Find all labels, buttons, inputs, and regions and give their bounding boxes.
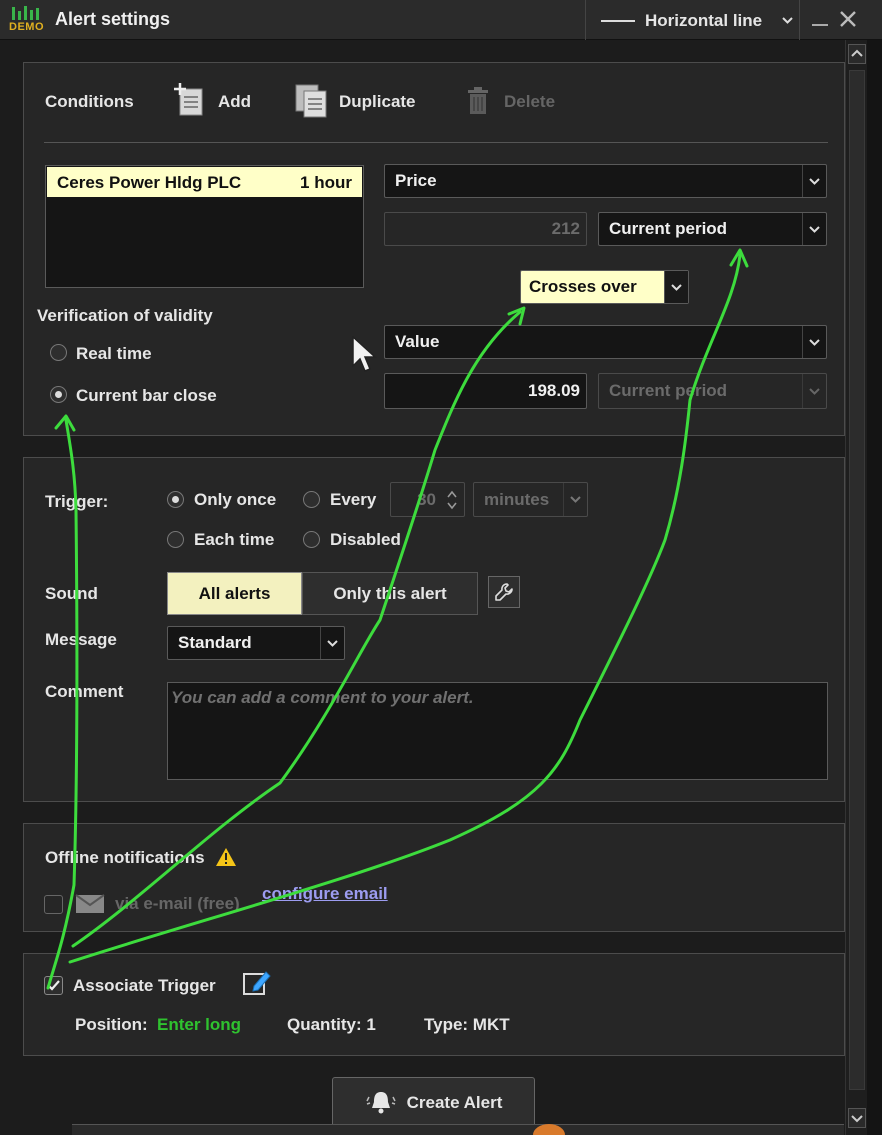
comment-placeholder: You can add a comment to your alert. (171, 688, 474, 707)
message-label: Message (45, 630, 117, 649)
radio-current-bar-close[interactable] (50, 386, 67, 403)
email-label: via e-mail (free) (115, 894, 240, 913)
chevron-down-icon (802, 213, 826, 245)
radio-current-bar-close-label[interactable]: Current bar close (76, 386, 217, 406)
right-period-select[interactable]: Current period (598, 373, 827, 409)
duplicate-condition-button[interactable]: Duplicate (294, 81, 429, 121)
chevron-down-icon (802, 326, 826, 358)
condition-instrument: Ceres Power Hldg PLC (57, 173, 242, 192)
chevron-down-icon (782, 17, 793, 24)
mouse-cursor-icon (352, 336, 377, 372)
create-alert-label: Create Alert (406, 1093, 503, 1112)
associate-trigger-panel: Associate Trigger Position: Enter long Q… (23, 953, 845, 1056)
conditions-panel: Conditions Add Duplicate Delete Ceres Po… (23, 62, 845, 436)
quantity-text: Quantity: 1 (287, 1015, 376, 1034)
left-offset-input[interactable]: 212 (384, 212, 587, 246)
sound-label: Sound (45, 584, 98, 603)
configure-email-link[interactable]: configure email (262, 884, 388, 904)
every-unit-select[interactable]: minutes (473, 482, 588, 517)
every-interval-stepper[interactable]: 30 (390, 482, 465, 517)
delete-condition-button[interactable]: Delete (466, 81, 566, 121)
delete-label: Delete (504, 92, 556, 111)
trash-icon (468, 87, 488, 114)
warning-icon (216, 848, 236, 866)
order-type-text: Type: MKT (424, 1015, 510, 1034)
comment-label: Comment (45, 682, 124, 701)
add-document-icon (174, 83, 203, 116)
left-source-select[interactable]: Price (384, 164, 827, 198)
title-bar: DEMO Alert settings Horizontal line (0, 0, 882, 40)
radio-each-time-label[interactable]: Each time (194, 530, 274, 550)
message-select[interactable]: Standard (167, 626, 345, 660)
radio-real-time[interactable] (50, 344, 67, 361)
background-window-edge (867, 40, 882, 1135)
condition-list[interactable]: Ceres Power Hldg PLC 1 hour (45, 165, 364, 288)
offline-heading: Offline notifications (45, 848, 205, 867)
add-label: Add (218, 92, 252, 111)
sound-only-this-label: Only this alert (333, 583, 447, 603)
offline-notifications-panel: Offline notifications via e-mail (free) … (23, 823, 845, 932)
radio-every[interactable] (303, 491, 320, 508)
radio-disabled[interactable] (303, 531, 320, 548)
chevron-down-icon (802, 165, 826, 197)
bell-icon (365, 1092, 396, 1114)
horizontal-line-icon (601, 20, 635, 22)
associate-trigger-checkbox[interactable] (44, 976, 63, 995)
drawing-tool-label: Horizontal line (645, 11, 763, 30)
trigger-panel: Trigger: Only once Every 30 minutes Each… (23, 457, 845, 802)
email-checkbox[interactable] (44, 895, 63, 914)
radio-disabled-label[interactable]: Disabled (330, 530, 401, 550)
associate-trigger-label[interactable]: Associate Trigger (73, 976, 216, 996)
chevron-up-icon (851, 49, 863, 57)
conditions-heading: Conditions (45, 92, 134, 111)
bottom-window-edge (72, 1124, 844, 1135)
condition-timeframe: 1 hour (300, 173, 352, 192)
left-period-select[interactable]: Current period (598, 212, 827, 246)
radio-each-time[interactable] (167, 531, 184, 548)
operator-select[interactable]: Crosses over (520, 270, 689, 304)
condition-list-item[interactable]: Ceres Power Hldg PLC 1 hour (47, 167, 362, 197)
demo-badge: DEMO (9, 21, 44, 33)
scroll-up-button[interactable] (848, 44, 866, 64)
vertical-scrollbar[interactable] (845, 40, 867, 1135)
sound-all-alerts-button[interactable]: All alerts (167, 572, 302, 615)
position-value: Enter long (157, 1015, 242, 1034)
chevron-down-icon (563, 483, 587, 516)
sound-all-alerts-label: All alerts (198, 583, 271, 603)
conditions-divider (44, 142, 828, 143)
right-value-input[interactable]: 198.09 (384, 373, 587, 409)
chevron-down-icon (802, 374, 826, 408)
edit-icon (243, 971, 271, 995)
trigger-label: Trigger: (45, 492, 109, 511)
verification-heading: Verification of validity (37, 306, 213, 325)
duplicate-label: Duplicate (339, 92, 416, 111)
edit-trigger-button[interactable] (242, 968, 272, 998)
create-alert-button[interactable]: Create Alert (332, 1077, 535, 1129)
chevron-down-icon (320, 627, 344, 659)
radio-only-once-label[interactable]: Only once (194, 490, 276, 510)
radio-real-time-label[interactable]: Real time (76, 344, 152, 364)
chevron-down-icon (664, 271, 688, 303)
right-source-select[interactable]: Value (384, 325, 827, 359)
sound-only-this-button[interactable]: Only this alert (302, 572, 478, 615)
radio-every-label[interactable]: Every (330, 490, 376, 510)
duplicate-icon (295, 84, 327, 118)
comment-textarea[interactable]: You can add a comment to your alert. (167, 682, 828, 780)
app-logo: DEMO (9, 4, 47, 34)
position-label: Position: (75, 1015, 148, 1034)
window-title: Alert settings (55, 9, 171, 29)
add-condition-button[interactable]: Add (174, 81, 264, 121)
stepper-arrows-icon[interactable] (446, 488, 458, 512)
sound-settings-button[interactable] (488, 576, 520, 608)
envelope-icon (75, 894, 105, 913)
minimize-button[interactable] (812, 24, 828, 26)
wrench-icon (495, 583, 513, 601)
checkmark-icon (47, 980, 60, 991)
chevron-down-icon (851, 1115, 863, 1123)
scroll-down-button[interactable] (848, 1108, 866, 1128)
scroll-thumb[interactable] (849, 70, 865, 1090)
radio-only-once[interactable] (167, 491, 184, 508)
drawing-tool-selector[interactable]: Horizontal line (585, 0, 800, 40)
close-icon[interactable] (839, 10, 857, 28)
